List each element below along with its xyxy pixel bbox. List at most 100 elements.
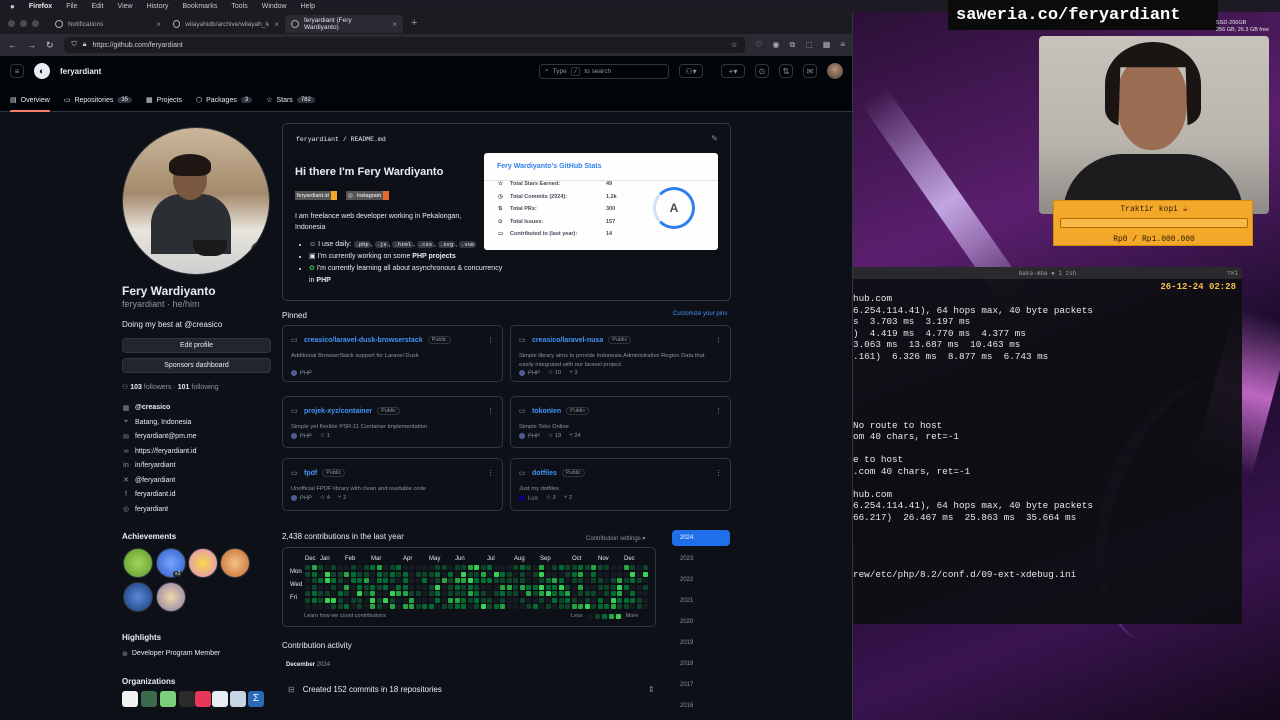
contribution-day[interactable] (636, 571, 642, 577)
contribution-day[interactable] (428, 584, 434, 590)
contribution-day[interactable] (305, 591, 311, 597)
contribution-day[interactable] (389, 591, 395, 597)
contribution-day[interactable] (545, 597, 551, 603)
contribution-day[interactable] (311, 565, 317, 571)
contribution-day[interactable] (513, 597, 519, 603)
contribution-day[interactable] (630, 571, 636, 577)
contribution-day[interactable] (383, 565, 389, 571)
contribution-day[interactable] (610, 578, 616, 584)
contribution-day[interactable] (565, 591, 571, 597)
contribution-day[interactable] (526, 571, 532, 577)
contribution-day[interactable] (643, 565, 649, 571)
expand-icon[interactable]: ⇕ (648, 685, 655, 694)
contribution-day[interactable] (643, 604, 649, 610)
contribution-day[interactable] (591, 597, 597, 603)
url-field[interactable]: ⛉ 🔒︎ https://github.com/feryardiant ☆ (63, 37, 746, 53)
close-tab-icon[interactable]: × (392, 20, 397, 29)
contribution-day[interactable] (350, 591, 356, 597)
menu-window[interactable]: Window (262, 3, 287, 10)
drag-handle-icon[interactable]: ⋮ (715, 336, 722, 344)
contribution-day[interactable] (604, 565, 610, 571)
contribution-day[interactable] (357, 591, 363, 597)
contribution-day[interactable] (571, 591, 577, 597)
contribution-day[interactable] (526, 604, 532, 610)
achievement-yolo-icon[interactable] (188, 548, 218, 578)
contribution-day[interactable] (318, 604, 324, 610)
org-sigma-icon[interactable]: Σ (248, 691, 264, 707)
org-php-icon[interactable] (122, 691, 138, 707)
contribution-day[interactable] (409, 578, 415, 584)
contribution-day[interactable] (441, 604, 447, 610)
contribution-day[interactable] (370, 584, 376, 590)
contribution-day[interactable] (461, 565, 467, 571)
contribution-day[interactable] (591, 565, 597, 571)
contribution-day[interactable] (636, 591, 642, 597)
contribution-day[interactable] (591, 578, 597, 584)
issues-icon[interactable]: ⊙ (755, 64, 769, 78)
contribution-day[interactable] (539, 591, 545, 597)
achievements-title[interactable]: Achievements (122, 532, 176, 541)
drag-handle-icon[interactable]: ⋮ (487, 336, 494, 344)
contribution-day[interactable] (610, 584, 616, 590)
contribution-day[interactable] (428, 591, 434, 597)
menu-firefox[interactable]: Firefox (29, 3, 52, 10)
contribution-day[interactable] (415, 571, 421, 577)
forward-icon[interactable]: → (27, 40, 36, 50)
menu-view[interactable]: View (118, 3, 133, 10)
contribution-day[interactable] (441, 565, 447, 571)
contribution-day[interactable] (604, 571, 610, 577)
vcard-item[interactable]: ▦ @creasico (122, 403, 197, 412)
contribution-day[interactable] (493, 604, 499, 610)
contribution-day[interactable] (454, 565, 460, 571)
contribution-day[interactable] (435, 565, 441, 571)
vcard-item[interactable]: f feryardiant.id (122, 490, 197, 499)
contribution-day[interactable] (571, 565, 577, 571)
contribution-day[interactable] (448, 578, 454, 584)
contribution-day[interactable] (370, 604, 376, 610)
contribution-day[interactable] (305, 604, 311, 610)
contribution-day[interactable] (578, 604, 584, 610)
contribution-day[interactable] (480, 591, 486, 597)
contribution-day[interactable] (331, 565, 337, 571)
contribution-day[interactable] (389, 604, 395, 610)
hamburger-icon[interactable]: ≡ (10, 64, 24, 78)
contribution-day[interactable] (506, 584, 512, 590)
contribution-day[interactable] (623, 578, 629, 584)
menu-file[interactable]: File (66, 3, 77, 10)
repo-forks[interactable]: ⑂ 3 (569, 370, 577, 376)
contribution-day[interactable] (409, 591, 415, 597)
contribution-day[interactable] (558, 578, 564, 584)
tab-repositories[interactable]: ▭ Repositories 35 (64, 88, 133, 112)
contribution-day[interactable] (428, 578, 434, 584)
org-light-icon[interactable] (212, 691, 228, 707)
tab-notifications[interactable]: Notifications × (49, 15, 167, 33)
contribution-day[interactable] (422, 584, 428, 590)
repo-link[interactable]: fpdf Public (304, 469, 346, 477)
contribution-day[interactable] (467, 597, 473, 603)
contribution-day[interactable] (474, 591, 480, 597)
contribution-day[interactable] (441, 571, 447, 577)
repo-link[interactable]: tokonlen Public (532, 407, 590, 415)
contribution-day[interactable] (571, 571, 577, 577)
contribution-day[interactable] (487, 604, 493, 610)
contribution-day[interactable] (357, 584, 363, 590)
repo-stars[interactable]: ☆ 3 (546, 495, 556, 501)
contribution-day[interactable] (571, 584, 577, 590)
contribution-day[interactable] (461, 571, 467, 577)
contribution-day[interactable] (519, 584, 525, 590)
contribution-day[interactable] (623, 604, 629, 610)
contribution-day[interactable] (597, 597, 603, 603)
contribution-day[interactable] (428, 571, 434, 577)
contribution-day[interactable] (519, 578, 525, 584)
repo-link[interactable]: projek-xyz/container Public (304, 407, 401, 415)
contribution-day[interactable] (376, 565, 382, 571)
contribution-day[interactable] (526, 597, 532, 603)
contribution-day[interactable] (363, 604, 369, 610)
contribution-day[interactable] (617, 591, 623, 597)
contribution-day[interactable] (480, 578, 486, 584)
contribution-day[interactable] (558, 571, 564, 577)
contribution-day[interactable] (461, 604, 467, 610)
contribution-day[interactable] (630, 591, 636, 597)
contribution-day[interactable] (500, 565, 506, 571)
contribution-day[interactable] (363, 591, 369, 597)
